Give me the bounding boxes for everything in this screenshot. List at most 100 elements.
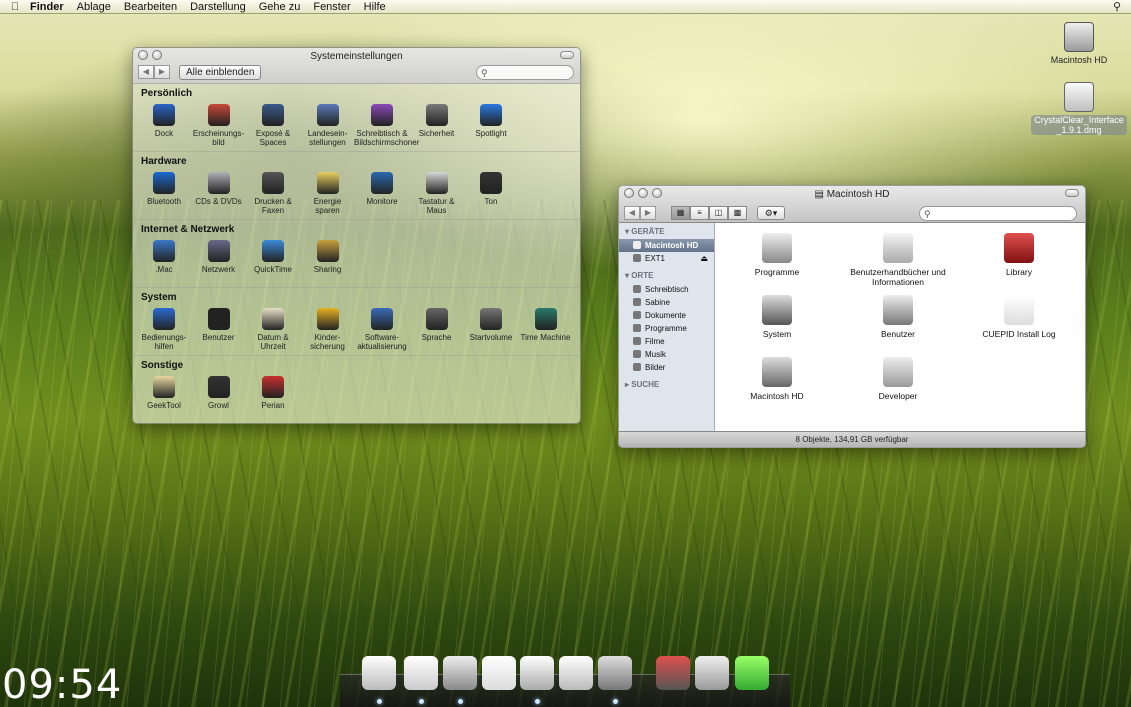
pref-pane[interactable]: Energie sparen	[300, 172, 356, 215]
dock-item[interactable]	[520, 656, 556, 704]
pref-pane-label: Erscheinungs- bild	[192, 129, 245, 147]
pref-pane[interactable]: CDs & DVDs	[191, 172, 247, 206]
back-button[interactable]: ◀	[624, 206, 640, 220]
dock-item[interactable]	[656, 656, 692, 696]
pref-pane[interactable]: Ton	[463, 172, 519, 206]
pref-pane[interactable]: Erscheinungs- bild	[191, 104, 247, 147]
syspref-titlebar[interactable]: Systemeinstellungen ◀ ▶ Alle einblenden …	[133, 48, 580, 84]
pref-pane[interactable]: Landesein- stellungen	[300, 104, 356, 147]
coverflow-view-button[interactable]: ▩	[728, 206, 747, 220]
pref-pane-label: Datum & Uhrzeit	[257, 333, 289, 351]
finder-item-icon	[883, 295, 913, 325]
finder-item-label: Library	[1006, 267, 1032, 277]
spotlight-icon[interactable]: ⚲	[1113, 0, 1121, 13]
eject-icon[interactable]: ⏏	[700, 252, 708, 265]
pref-pane-label: Sicherheit	[418, 129, 455, 138]
desktop-icon-dmg[interactable]: CrystalClear_Interface_1.9.1.dmg	[1031, 82, 1127, 135]
pref-pane[interactable]: Bluetooth	[136, 172, 192, 206]
pref-pane[interactable]: Monitore	[354, 172, 410, 206]
dock-item[interactable]	[482, 656, 518, 696]
pref-pane[interactable]: Startvolume	[463, 308, 519, 342]
pref-pane[interactable]: .Mac	[136, 240, 192, 274]
pref-pane[interactable]: Bedienungs- hilfen	[136, 308, 192, 351]
pref-pane[interactable]: Sicherheit	[409, 104, 465, 138]
sidebar-item-label: Dokumente	[645, 311, 686, 320]
toolbar-toggle-button[interactable]	[560, 51, 574, 59]
pref-pane[interactable]: Perian	[245, 376, 301, 410]
pref-section: Hardware Bluetooth CDs & DVDs Drucken & Fax…	[133, 152, 580, 220]
toolbar-toggle-button[interactable]	[1065, 189, 1079, 197]
finder-item[interactable]: CUEPID Install Log	[963, 295, 1075, 339]
sidebar-item-macintosh-hd[interactable]: Macintosh HD	[619, 239, 714, 252]
pref-pane[interactable]: Software- aktualisierung	[354, 308, 410, 351]
pref-pane[interactable]: Sharing	[300, 240, 356, 274]
sidebar-item-place[interactable]: Musik	[619, 348, 714, 361]
finder-item[interactable]: System	[721, 295, 833, 339]
pref-pane[interactable]: Dock	[136, 104, 192, 138]
dock-item[interactable]	[443, 656, 479, 704]
desktop-icon-macintosh-hd[interactable]: Macintosh HD	[1039, 22, 1119, 65]
pref-pane[interactable]: QuickTime	[245, 240, 301, 274]
pref-pane-icon	[316, 172, 339, 194]
menu-ablage[interactable]: Ablage	[77, 1, 111, 13]
menu-hilfe[interactable]: Hilfe	[364, 1, 386, 13]
finder-titlebar[interactable]: ▤ Macintosh HD ◀ ▶ ▦ ≡ ◫ ▩ ⚙▾ ⚲	[619, 186, 1085, 223]
column-view-button[interactable]: ◫	[709, 206, 728, 220]
sidebar-item-place[interactable]: Sabine	[619, 296, 714, 309]
forward-button[interactable]: ▶	[640, 206, 656, 220]
pref-section-heading: Persönlich	[141, 88, 193, 99]
pref-pane-label: Schreibtisch & Bildschirmschoner	[354, 129, 420, 147]
sidebar-heading-devices[interactable]: ▾ GERÄTE	[619, 227, 714, 239]
sidebar-item-place[interactable]: Schreibtisch	[619, 283, 714, 296]
sidebar-item-place[interactable]: Filme	[619, 335, 714, 348]
finder-item[interactable]: Developer	[842, 357, 954, 401]
pref-pane[interactable]: Schreibtisch & Bildschirmschoner	[354, 104, 420, 147]
dock-item[interactable]	[695, 656, 731, 696]
dock-item[interactable]	[559, 656, 595, 696]
show-all-button[interactable]: Alle einblenden	[179, 65, 262, 80]
finder-item[interactable]: Macintosh HD	[721, 357, 833, 401]
syspref-search-input[interactable]: ⚲	[476, 65, 574, 80]
pref-pane[interactable]: Tastatur & Maus	[409, 172, 465, 215]
menu-darstellung[interactable]: Darstellung	[190, 1, 246, 13]
menu-app-finder[interactable]: Finder	[30, 1, 64, 13]
finder-item[interactable]: Programme	[721, 233, 833, 277]
back-button[interactable]: ◀	[138, 65, 154, 79]
icon-view-button[interactable]: ▦	[671, 206, 690, 220]
menu-gehe-zu[interactable]: Gehe zu	[259, 1, 301, 13]
pref-pane[interactable]: Sprache	[409, 308, 465, 342]
sidebar-heading-search[interactable]: ▸ SUCHE	[619, 380, 714, 392]
sidebar-item-place[interactable]: Bilder	[619, 361, 714, 374]
system-preferences-icon	[598, 656, 632, 690]
list-view-button[interactable]: ≡	[690, 206, 709, 220]
menu-bearbeiten[interactable]: Bearbeiten	[124, 1, 177, 13]
sidebar-item-label: Schreibtisch	[645, 285, 689, 294]
dock-item[interactable]	[735, 656, 771, 696]
finder-item[interactable]: Library	[963, 233, 1075, 277]
pref-pane[interactable]: Benutzer	[191, 308, 247, 342]
pref-pane[interactable]: GeekTool	[136, 376, 192, 410]
forward-button[interactable]: ▶	[154, 65, 170, 79]
apple-menu-icon[interactable]: 	[0, 1, 30, 13]
action-menu-button[interactable]: ⚙▾	[757, 206, 785, 220]
pref-pane[interactable]: Datum & Uhrzeit	[245, 308, 301, 351]
dock-item[interactable]	[598, 656, 634, 704]
sidebar-item-ext1[interactable]: EXT1 ⏏	[619, 252, 714, 265]
pref-pane[interactable]: Exposé & Spaces	[245, 104, 301, 147]
pref-pane[interactable]: Kinder- sicherung	[300, 308, 356, 351]
finder-item[interactable]: Benutzerhandbücher und Informationen	[842, 233, 954, 287]
pref-pane[interactable]: Netzwerk	[191, 240, 247, 274]
menu-fenster[interactable]: Fenster	[313, 1, 350, 13]
finder-search-input[interactable]: ⚲	[919, 206, 1077, 221]
sidebar-item-place[interactable]: Programme	[619, 322, 714, 335]
sidebar-heading-places[interactable]: ▾ ORTE	[619, 271, 714, 283]
dock-item[interactable]	[404, 656, 440, 704]
pref-pane-icon	[262, 376, 284, 398]
dock-item[interactable]	[362, 656, 398, 704]
pref-pane[interactable]: Spotlight	[463, 104, 519, 138]
pref-pane[interactable]: Growl	[191, 376, 247, 410]
finder-item[interactable]: Benutzer	[842, 295, 954, 339]
pref-pane[interactable]: Time Machine	[518, 308, 574, 342]
sidebar-item-place[interactable]: Dokumente	[619, 309, 714, 322]
pref-pane[interactable]: Drucken & Faxen	[245, 172, 301, 215]
